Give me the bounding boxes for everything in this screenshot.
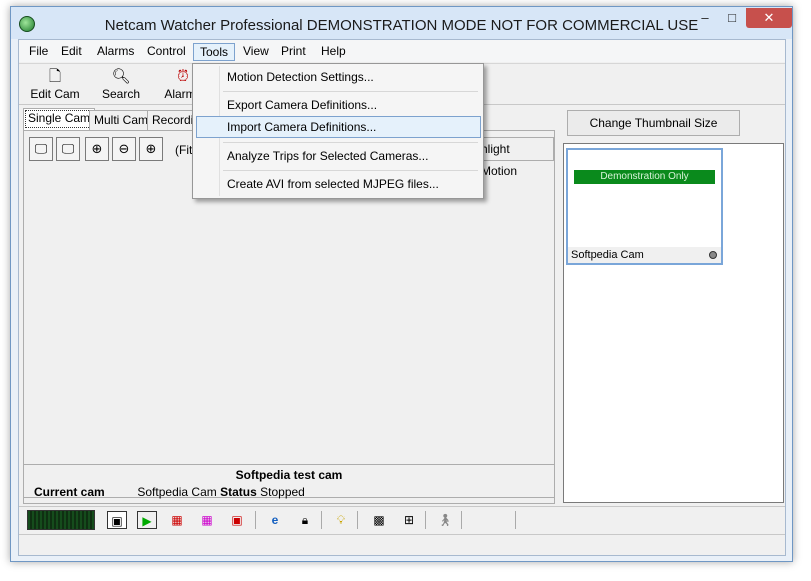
camera-thumbnail[interactable]: Demonstration Only Softpedia Cam bbox=[566, 148, 723, 265]
menu-bar: File Edit Alarms Control Tools View Prin… bbox=[19, 40, 785, 62]
search-button[interactable]: 🔍︎ Search bbox=[95, 67, 147, 101]
camera-title: Softpedia test cam bbox=[235, 468, 343, 482]
current-cam-value: Softpedia Cam bbox=[137, 485, 217, 499]
close-button[interactable]: ✕ bbox=[746, 8, 792, 28]
camera-status-box: Softpedia test cam Current cam Softpedia… bbox=[23, 464, 555, 499]
monitor-icon[interactable]: 🖵 bbox=[29, 137, 53, 161]
status-label: Status bbox=[220, 485, 257, 499]
menu-alarms[interactable]: Alarms bbox=[91, 43, 140, 61]
fit-label: (Fit bbox=[175, 143, 193, 157]
search-label: Search bbox=[101, 87, 141, 101]
menu-edit[interactable]: Edit bbox=[55, 43, 88, 61]
separator bbox=[255, 511, 256, 529]
minimize-button[interactable]: – bbox=[692, 8, 718, 28]
separator bbox=[515, 511, 516, 529]
menu-item-analyze-trips[interactable]: Analyze Trips for Selected Cameras... bbox=[196, 145, 481, 167]
highlight-motion-button[interactable]: hlight Motion bbox=[474, 137, 554, 178]
motion-grid-icon[interactable]: ▦ bbox=[197, 511, 217, 529]
zoom-icon[interactable]: ⊕ bbox=[85, 137, 109, 161]
window-title: Netcam Watcher Professional DEMONSTRATIO… bbox=[104, 17, 699, 34]
monitor-alt-icon[interactable]: 🖵 bbox=[56, 137, 80, 161]
separator bbox=[357, 511, 358, 529]
edit-cam-label: Edit Cam bbox=[30, 87, 80, 101]
current-cam-label: Current cam bbox=[34, 485, 105, 499]
thumbnail-label: Softpedia Cam bbox=[568, 247, 721, 263]
maximize-button[interactable]: □ bbox=[719, 8, 745, 28]
menu-file[interactable]: File bbox=[23, 43, 54, 61]
zoom-in-icon[interactable]: ⊕ bbox=[139, 137, 163, 161]
record-grid-icon[interactable]: ▦ bbox=[167, 511, 187, 529]
separator bbox=[425, 511, 426, 529]
tab-multi-cam[interactable]: Multi Cam bbox=[89, 110, 154, 130]
browser-icon[interactable]: e bbox=[265, 511, 285, 529]
menu-separator bbox=[223, 142, 478, 143]
menu-separator bbox=[223, 170, 478, 171]
checkered-icon[interactable]: ▩ bbox=[369, 511, 389, 529]
menu-print[interactable]: Print bbox=[275, 43, 312, 61]
status-dot-icon bbox=[709, 251, 717, 259]
title-bar[interactable]: Netcam Watcher Professional DEMONSTRATIO… bbox=[11, 7, 792, 39]
menu-item-motion-detection-settings[interactable]: Motion Detection Settings... bbox=[196, 66, 481, 88]
demo-banner: Demonstration Only bbox=[574, 170, 715, 184]
edit-cam-button[interactable]: 🗋 Edit Cam bbox=[29, 67, 81, 101]
play-icon[interactable]: ▶ bbox=[137, 511, 157, 529]
menu-item-export-camera-definitions[interactable]: Export Camera Definitions... bbox=[196, 94, 481, 116]
menu-help[interactable]: Help bbox=[315, 43, 352, 61]
tools-dropdown-menu: Motion Detection Settings... Export Came… bbox=[192, 63, 484, 199]
search-icon: 🔍︎ bbox=[111, 68, 131, 85]
settings-grid-icon[interactable]: ⊞ bbox=[399, 511, 419, 529]
menu-control[interactable]: Control bbox=[141, 43, 192, 61]
change-thumbnail-size-button[interactable]: Change Thumbnail Size bbox=[567, 110, 740, 136]
bottom-toolbar: ▣ ▶ ▦ ▦ ▣ e 🔒︎ 💡︎ ▩ ⊞ 🚶︎ bbox=[19, 506, 785, 530]
document-icon: 🗋 bbox=[48, 68, 62, 85]
separator bbox=[461, 511, 462, 529]
walking-person-icon[interactable]: 🚶︎ bbox=[435, 511, 455, 529]
menu-item-create-avi[interactable]: Create AVI from selected MJPEG files... bbox=[196, 173, 481, 195]
thumbnail-pane: Change Thumbnail Size Demonstration Only… bbox=[563, 106, 784, 546]
menu-separator bbox=[223, 91, 478, 92]
thumbnail-panel: Demonstration Only Softpedia Cam bbox=[563, 143, 784, 503]
lightbulb-icon[interactable]: 💡︎ bbox=[331, 511, 351, 529]
tab-single-cam[interactable]: Single Cam bbox=[23, 108, 96, 130]
zoom-out-icon[interactable]: ⊖ bbox=[112, 137, 136, 161]
status-value: Stopped bbox=[260, 485, 305, 499]
stop-icon[interactable]: ▣ bbox=[107, 511, 127, 529]
record-stop-icon[interactable]: ▣ bbox=[227, 511, 247, 529]
status-row: Current cam Softpedia Cam Status Stopped bbox=[34, 485, 305, 499]
menu-view[interactable]: View bbox=[237, 43, 275, 61]
lock-icon[interactable]: 🔒︎ bbox=[295, 511, 315, 529]
status-bar bbox=[19, 534, 785, 555]
menu-item-import-camera-definitions[interactable]: Import Camera Definitions... bbox=[196, 116, 481, 138]
signal-meter bbox=[27, 510, 95, 530]
menu-tools[interactable]: Tools bbox=[193, 43, 236, 61]
separator bbox=[321, 511, 322, 529]
